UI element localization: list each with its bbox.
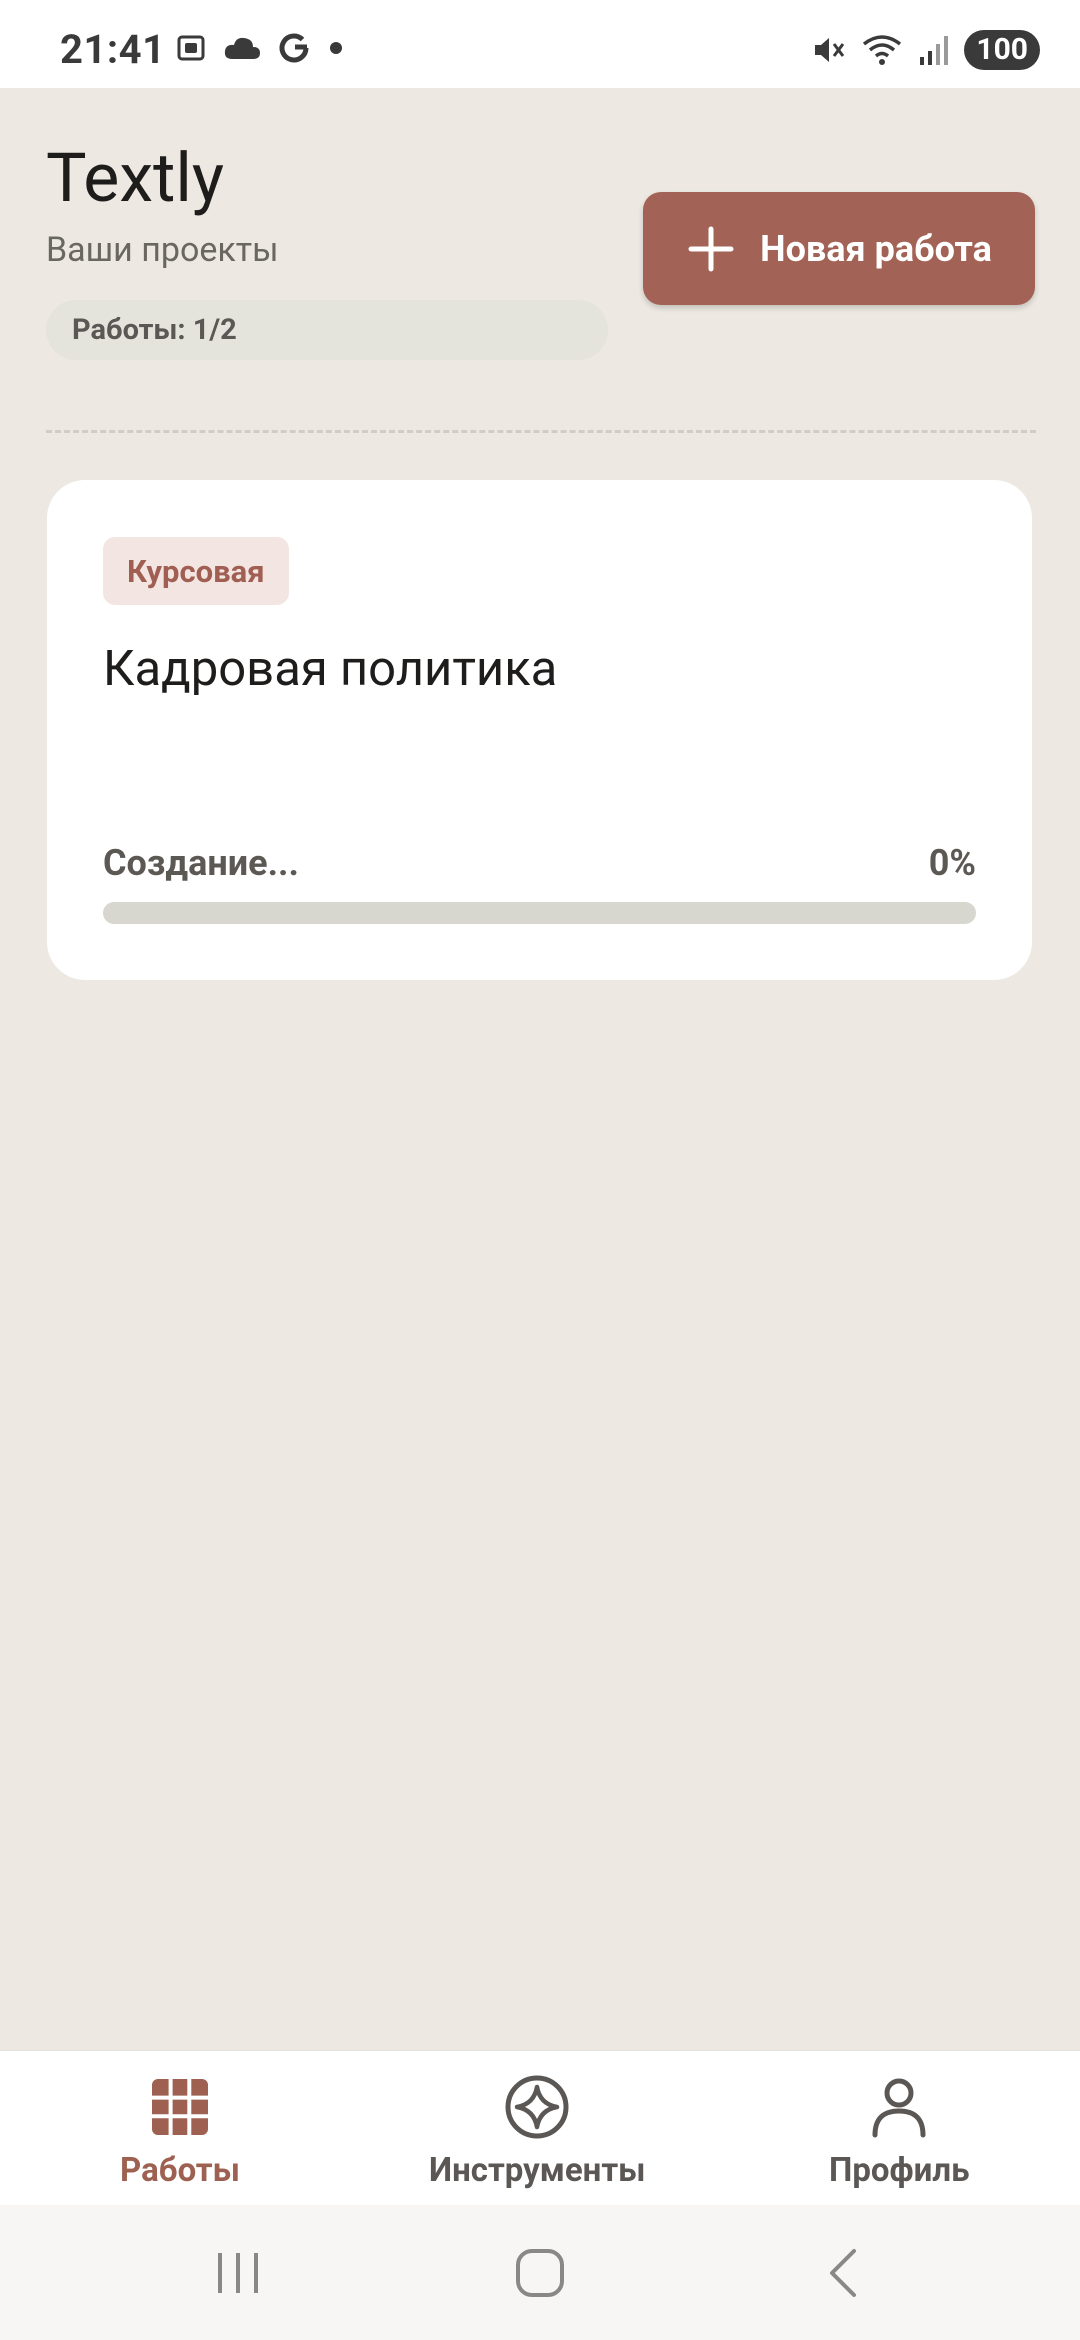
bottom-navigation: Работы Инструменты Профиль — [0, 2050, 1080, 2206]
work-type-label: Курсовая — [127, 552, 265, 590]
back-icon[interactable] — [816, 2247, 872, 2299]
section-divider — [46, 430, 1036, 433]
status-right-icons: 100 — [810, 30, 1040, 70]
person-icon — [872, 2078, 926, 2138]
google-icon — [279, 33, 309, 63]
recents-icon[interactable] — [210, 2247, 266, 2299]
new-work-button[interactable]: Новая работа — [643, 192, 1035, 305]
app-title: Textly — [46, 138, 225, 218]
system-navigation — [0, 2205, 1080, 2340]
nav-item-profile[interactable]: Профиль — [829, 2073, 970, 2190]
progress-percent: 0% — [928, 842, 976, 884]
status-left-icons — [174, 30, 346, 66]
screenshot-icon — [177, 35, 205, 61]
mute-icon — [815, 38, 845, 62]
work-title: Кадровая политика — [103, 640, 558, 697]
work-type-tag: Курсовая — [103, 537, 289, 605]
page-subtitle: Ваши проекты — [46, 230, 279, 270]
grid-icon — [151, 2079, 208, 2135]
nav-label-profile: Профиль — [829, 2151, 970, 2190]
new-work-button-label: Новая работа — [760, 227, 992, 270]
home-icon[interactable] — [512, 2247, 568, 2299]
status-bar: 21:41 100 — [0, 0, 1080, 88]
progress-status: Создание... — [103, 842, 299, 884]
wifi-icon — [863, 35, 902, 65]
status-time: 21:41 — [60, 26, 166, 73]
signal-icon — [920, 36, 949, 65]
cloud-icon — [224, 37, 260, 59]
dot-icon — [330, 42, 342, 54]
progress-bar — [103, 902, 976, 924]
nav-label-tools: Инструменты — [429, 2151, 646, 2190]
nav-item-tools[interactable]: Инструменты — [429, 2073, 646, 2190]
battery-indicator: 100 — [964, 30, 1040, 70]
works-count-badge: Работы: 1/2 — [46, 300, 608, 360]
plus-icon — [688, 226, 734, 271]
nav-label-works: Работы — [120, 2151, 240, 2190]
nav-item-works[interactable]: Работы — [120, 2073, 240, 2190]
work-card[interactable]: Курсовая Кадровая политика Создание... 0… — [47, 480, 1032, 980]
works-count-label: Работы: 1/2 — [72, 313, 237, 347]
sparkle-icon — [505, 2075, 569, 2139]
